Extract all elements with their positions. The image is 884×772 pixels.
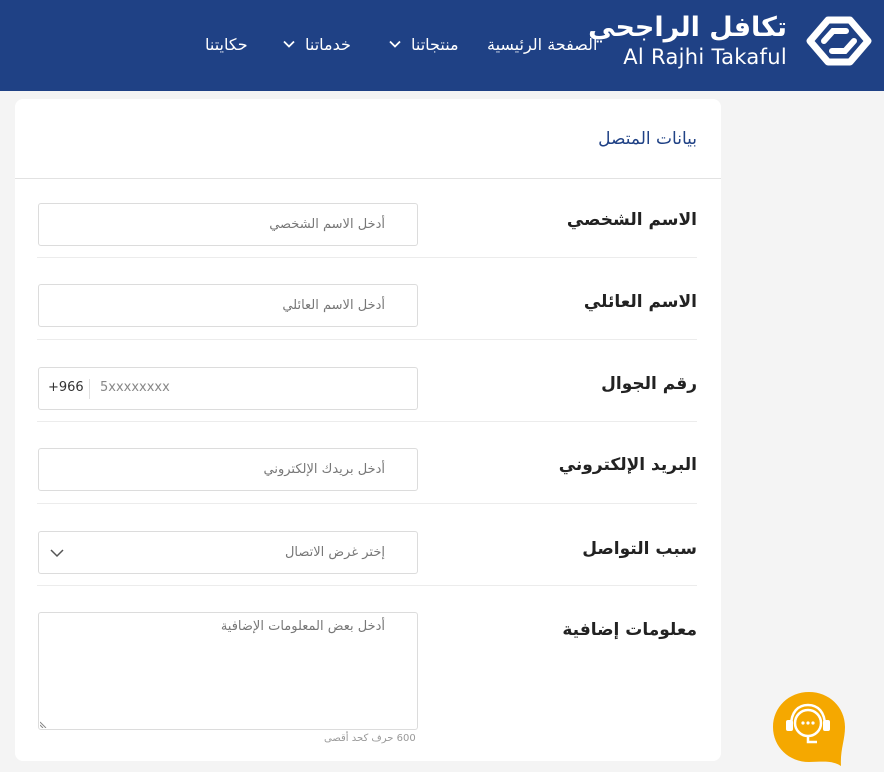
nav-item-label: منتجاتنا	[411, 34, 459, 54]
character-limit-hint: 600 حرف كحد أقصى	[324, 733, 416, 744]
nav-item-story[interactable]: حكايتنا	[205, 33, 248, 55]
mobile-input[interactable]: +966 5xxxxxxxx	[38, 367, 418, 410]
textarea-placeholder: أدخل بعض المعلومات الإضافية	[220, 619, 385, 634]
logo-icon[interactable]	[806, 16, 872, 66]
brand-name-english: Al Rajhi Takaful	[623, 45, 787, 69]
divider	[15, 178, 721, 179]
additional-info-label: معلومات إضافية	[562, 620, 697, 640]
last-name-input[interactable]: أدخل الاسم العائلي	[38, 284, 418, 327]
additional-info-textarea[interactable]: أدخل بعض المعلومات الإضافية	[38, 612, 418, 730]
contact-form-card: بيانات المتصل الاسم الشخصي أدخل الاسم ال…	[15, 99, 721, 761]
mobile-label: رقم الجوال	[601, 374, 697, 394]
nav-item-label: خدماتنا	[305, 34, 351, 54]
nav-item-label: الصفحة الرئيسية	[487, 34, 598, 54]
chevron-down-icon	[283, 40, 295, 48]
divider	[37, 585, 697, 586]
last-name-label: الاسم العائلي	[583, 292, 697, 312]
chevron-down-icon	[389, 40, 401, 48]
resize-handle-icon[interactable]	[40, 721, 47, 728]
divider	[37, 421, 697, 422]
divider	[37, 257, 697, 258]
reason-select[interactable]: إختر غرض الاتصال	[38, 531, 418, 574]
reason-selected-value: إختر غرض الاتصال	[284, 545, 385, 560]
chevron-down-icon	[50, 549, 64, 558]
email-label: البريد الإلكتروني	[558, 455, 697, 475]
reason-label: سبب التواصل	[582, 539, 697, 559]
email-input[interactable]: أدخل بريدك الإلكتروني	[38, 448, 418, 491]
brand-name-arabic: تكافل الراجحي	[588, 12, 787, 43]
form-title: بيانات المتصل	[598, 129, 697, 149]
chat-support-icon[interactable]	[771, 690, 847, 768]
mobile-placeholder: 5xxxxxxxx	[100, 380, 170, 395]
header: تكافل الراجحي Al Rajhi Takaful الصفحة ال…	[0, 0, 884, 91]
divider	[89, 379, 90, 399]
nav-item-products[interactable]: منتجاتنا	[389, 33, 459, 55]
nav-item-services[interactable]: خدماتنا	[283, 33, 351, 55]
nav-item-home[interactable]: الصفحة الرئيسية	[487, 33, 597, 55]
first-name-input[interactable]: أدخل الاسم الشخصي	[38, 203, 418, 246]
divider	[37, 503, 697, 504]
country-code: +966	[48, 380, 84, 395]
first-name-label: الاسم الشخصي	[566, 210, 697, 230]
nav-item-label: حكايتنا	[205, 34, 248, 54]
divider	[37, 339, 697, 340]
